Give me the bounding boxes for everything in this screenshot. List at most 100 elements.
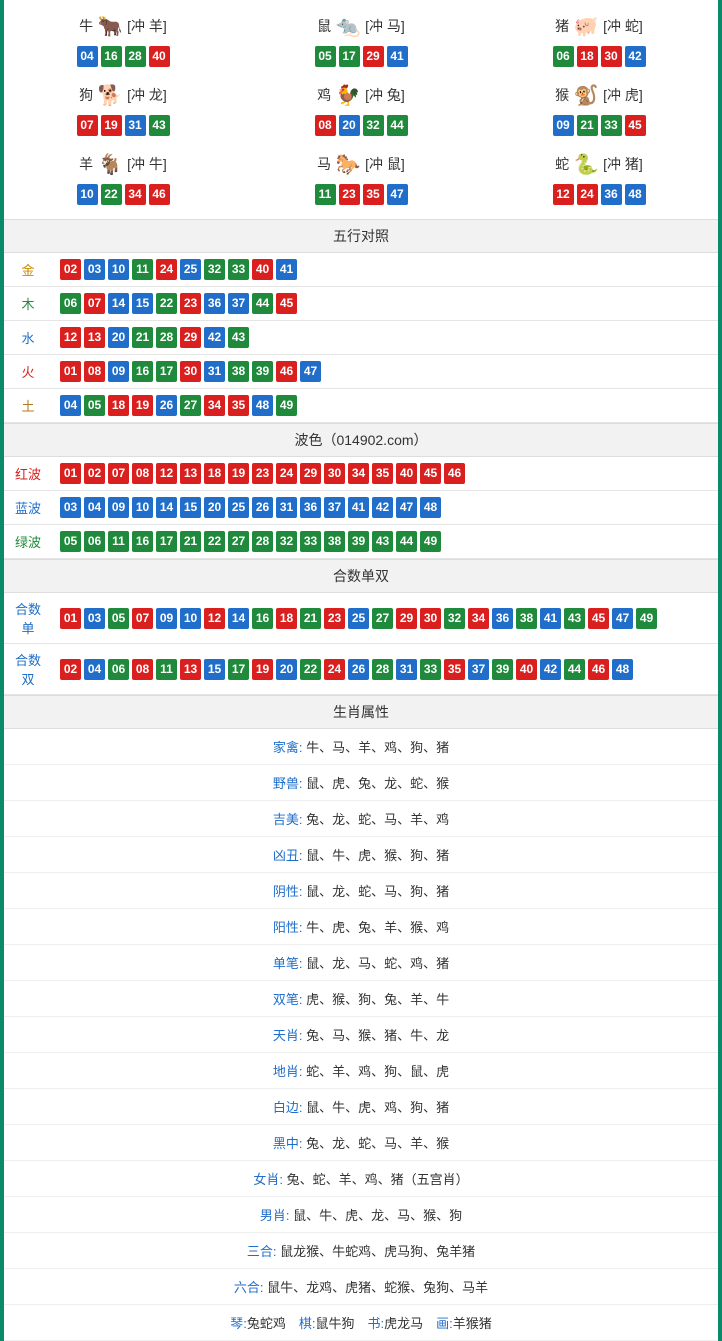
zodiac-cell: 羊🐐[冲 牛]10223446 bbox=[4, 144, 242, 213]
number-ball: 13 bbox=[180, 463, 201, 484]
number-ball: 25 bbox=[180, 259, 201, 280]
number-ball: 11 bbox=[156, 659, 177, 680]
number-ball: 18 bbox=[204, 463, 225, 484]
table-row: 金02031011242532334041 bbox=[4, 253, 718, 287]
number-ball: 32 bbox=[444, 608, 465, 629]
number-ball: 34 bbox=[348, 463, 369, 484]
number-ball: 48 bbox=[612, 659, 633, 680]
zodiac-head: 鸡🐓[冲 兔] bbox=[242, 79, 480, 111]
number-ball: 24 bbox=[577, 184, 598, 205]
number-ball: 04 bbox=[77, 46, 98, 67]
number-ball: 46 bbox=[149, 184, 170, 205]
number-ball: 49 bbox=[636, 608, 657, 629]
shuxing-header: 生肖属性 bbox=[4, 695, 718, 729]
number-ball: 12 bbox=[156, 463, 177, 484]
number-ball: 48 bbox=[625, 184, 646, 205]
number-ball: 20 bbox=[276, 659, 297, 680]
row-balls: 03040910141520252631363741424748 bbox=[52, 491, 718, 525]
number-ball: 19 bbox=[132, 395, 153, 416]
zodiac-name: 蛇 bbox=[555, 154, 569, 174]
number-ball: 43 bbox=[372, 531, 393, 552]
number-ball: 45 bbox=[276, 293, 297, 314]
attribute-value: 蛇、羊、鸡、狗、鼠、虎 bbox=[306, 1064, 449, 1079]
number-ball: 06 bbox=[84, 531, 105, 552]
attribute-key: 凶丑: bbox=[273, 848, 306, 863]
number-ball: 40 bbox=[396, 463, 417, 484]
table-row: 合数单0103050709101214161821232527293032343… bbox=[4, 593, 718, 644]
number-ball: 22 bbox=[204, 531, 225, 552]
table-row: 火0108091617303138394647 bbox=[4, 355, 718, 389]
number-ball: 10 bbox=[132, 497, 153, 518]
number-ball: 31 bbox=[125, 115, 146, 136]
number-ball: 14 bbox=[156, 497, 177, 518]
number-ball: 11 bbox=[132, 259, 153, 280]
number-ball: 14 bbox=[228, 608, 249, 629]
number-ball: 44 bbox=[387, 115, 408, 136]
number-ball: 23 bbox=[339, 184, 360, 205]
number-ball: 20 bbox=[204, 497, 225, 518]
row-label: 金 bbox=[4, 253, 52, 287]
zodiac-conflict: [冲 马] bbox=[365, 16, 405, 36]
attribute-list: 家禽: 牛、马、羊、鸡、狗、猪野兽: 鼠、虎、兔、龙、蛇、猴吉美: 兔、龙、蛇、… bbox=[4, 729, 718, 1341]
number-ball: 24 bbox=[276, 463, 297, 484]
zodiac-ball-row: 07193143 bbox=[4, 115, 242, 136]
zodiac-cell: 猴🐒[冲 虎]09213345 bbox=[480, 75, 718, 144]
number-ball: 26 bbox=[252, 497, 273, 518]
number-ball: 38 bbox=[324, 531, 345, 552]
table-row: 绿波05061116172122272832333839434449 bbox=[4, 525, 718, 559]
number-ball: 30 bbox=[420, 608, 441, 629]
number-ball: 18 bbox=[276, 608, 297, 629]
number-ball: 08 bbox=[132, 659, 153, 680]
number-ball: 19 bbox=[101, 115, 122, 136]
number-ball: 18 bbox=[108, 395, 129, 416]
number-ball: 47 bbox=[612, 608, 633, 629]
attribute-value: 鼠龙猴、牛蛇鸡、虎马狗、兔羊猪 bbox=[280, 1244, 475, 1259]
zodiac-name: 牛 bbox=[79, 16, 93, 36]
table-row: 水1213202128294243 bbox=[4, 321, 718, 355]
number-ball: 01 bbox=[60, 463, 81, 484]
table-row: 红波0102070812131819232429303435404546 bbox=[4, 457, 718, 491]
attribute-row: 单笔: 鼠、龙、马、蛇、鸡、猪 bbox=[4, 945, 718, 981]
number-ball: 05 bbox=[108, 608, 129, 629]
attribute-key: 家禽: bbox=[273, 740, 306, 755]
number-ball: 19 bbox=[252, 659, 273, 680]
attribute-row: 白边: 鼠、牛、虎、鸡、狗、猪 bbox=[4, 1089, 718, 1125]
number-ball: 47 bbox=[387, 184, 408, 205]
number-ball: 17 bbox=[156, 361, 177, 382]
number-ball: 39 bbox=[252, 361, 273, 382]
zodiac-conflict: [冲 蛇] bbox=[603, 16, 643, 36]
number-ball: 17 bbox=[228, 659, 249, 680]
zodiac-name: 马 bbox=[317, 154, 331, 174]
zodiac-name: 猴 bbox=[555, 85, 569, 105]
attribute-value: 虎、猴、狗、兔、羊、牛 bbox=[306, 992, 449, 1007]
number-ball: 31 bbox=[204, 361, 225, 382]
number-ball: 35 bbox=[363, 184, 384, 205]
attribute-key: 琴: bbox=[230, 1316, 247, 1331]
zodiac-cell: 猪🐖[冲 蛇]06183042 bbox=[480, 6, 718, 75]
number-ball: 28 bbox=[252, 531, 273, 552]
attribute-row: 双笔: 虎、猴、狗、兔、羊、牛 bbox=[4, 981, 718, 1017]
attribute-row: 野兽: 鼠、虎、兔、龙、蛇、猴 bbox=[4, 765, 718, 801]
number-ball: 33 bbox=[300, 531, 321, 552]
number-ball: 46 bbox=[588, 659, 609, 680]
number-ball: 31 bbox=[276, 497, 297, 518]
attribute-value: 牛、马、羊、鸡、狗、猪 bbox=[306, 740, 449, 755]
zodiac-cell: 牛🐂[冲 羊]04162840 bbox=[4, 6, 242, 75]
attribute-value: 兔蛇鸡 bbox=[247, 1316, 286, 1331]
zodiac-head: 蛇🐍[冲 猪] bbox=[480, 148, 718, 180]
number-ball: 43 bbox=[228, 327, 249, 348]
attribute-key: 三合: bbox=[247, 1244, 280, 1259]
number-ball: 04 bbox=[60, 395, 81, 416]
attribute-key: 棋: bbox=[299, 1316, 316, 1331]
number-ball: 13 bbox=[180, 659, 201, 680]
number-ball: 01 bbox=[60, 361, 81, 382]
zodiac-conflict: [冲 猪] bbox=[603, 154, 643, 174]
bose-header: 波色（014902.com） bbox=[4, 423, 718, 457]
attribute-row: 三合: 鼠龙猴、牛蛇鸡、虎马狗、兔羊猪 bbox=[4, 1233, 718, 1269]
number-ball: 49 bbox=[420, 531, 441, 552]
attribute-value: 虎龙马 bbox=[384, 1316, 423, 1331]
attribute-value: 鼠牛、龙鸡、虎猪、蛇猴、兔狗、马羊 bbox=[267, 1280, 488, 1295]
row-label: 水 bbox=[4, 321, 52, 355]
number-ball: 23 bbox=[252, 463, 273, 484]
zodiac-name: 鸡 bbox=[317, 85, 331, 105]
